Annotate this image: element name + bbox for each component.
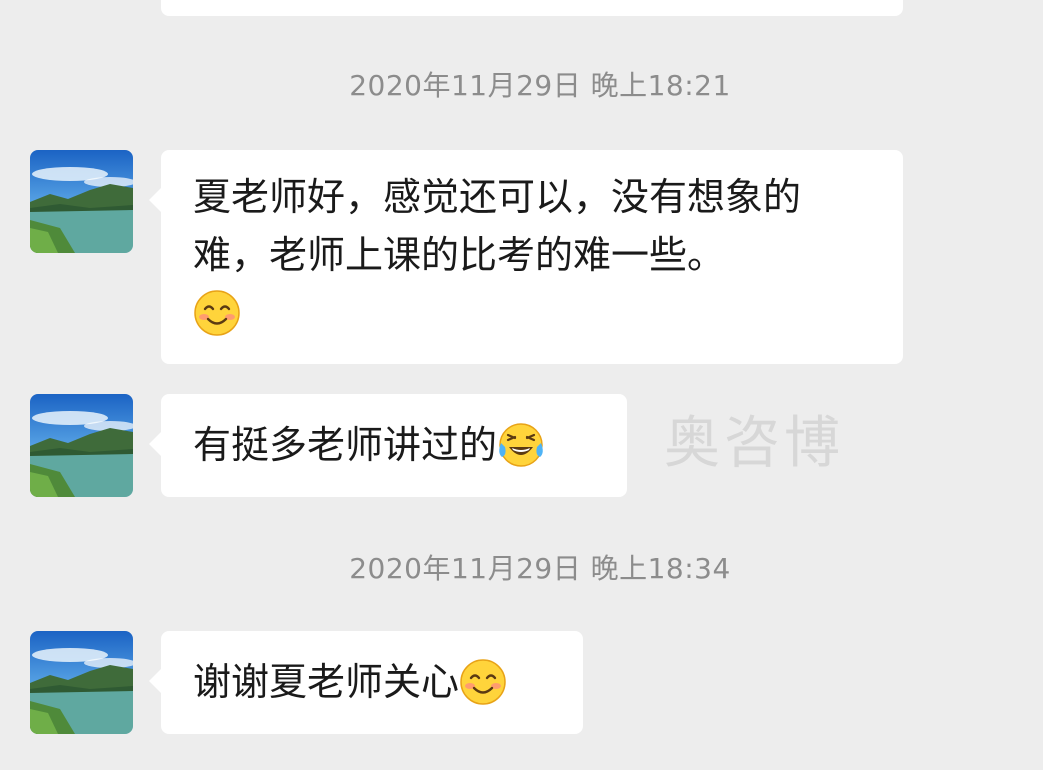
avatar[interactable] xyxy=(30,150,133,253)
watermark-text: 奥咨博 xyxy=(664,411,844,476)
message-timestamp: 2020年11月29日 晚上18:34 xyxy=(349,552,731,585)
landscape-avatar-image xyxy=(30,631,133,734)
message-bubble[interactable]: 有挺多老师讲过的 xyxy=(149,394,627,497)
avatar[interactable] xyxy=(30,394,133,497)
landscape-avatar-image xyxy=(30,150,133,253)
smiling-face-icon xyxy=(459,658,507,706)
message-text: 夏老师好，感觉还可以，没有想象的难，老师上课的比考的难一些。 xyxy=(193,175,802,277)
avatar[interactable] xyxy=(30,631,133,734)
message-text: 有挺多老师讲过的 xyxy=(193,423,498,467)
message-bubble[interactable]: 谢谢夏老师关心 xyxy=(149,631,583,734)
smiling-face-icon xyxy=(193,289,241,337)
tears-of-joy-icon xyxy=(497,421,545,469)
message-timestamp: 2020年11月29日 晚上18:21 xyxy=(349,69,731,102)
landscape-avatar-image xyxy=(30,394,133,497)
message-text: 谢谢夏老师关心 xyxy=(193,660,460,704)
previous-message-bubble[interactable] xyxy=(161,0,903,16)
message-bubble[interactable]: 夏老师好，感觉还可以，没有想象的难，老师上课的比考的难一些。 xyxy=(149,150,903,364)
